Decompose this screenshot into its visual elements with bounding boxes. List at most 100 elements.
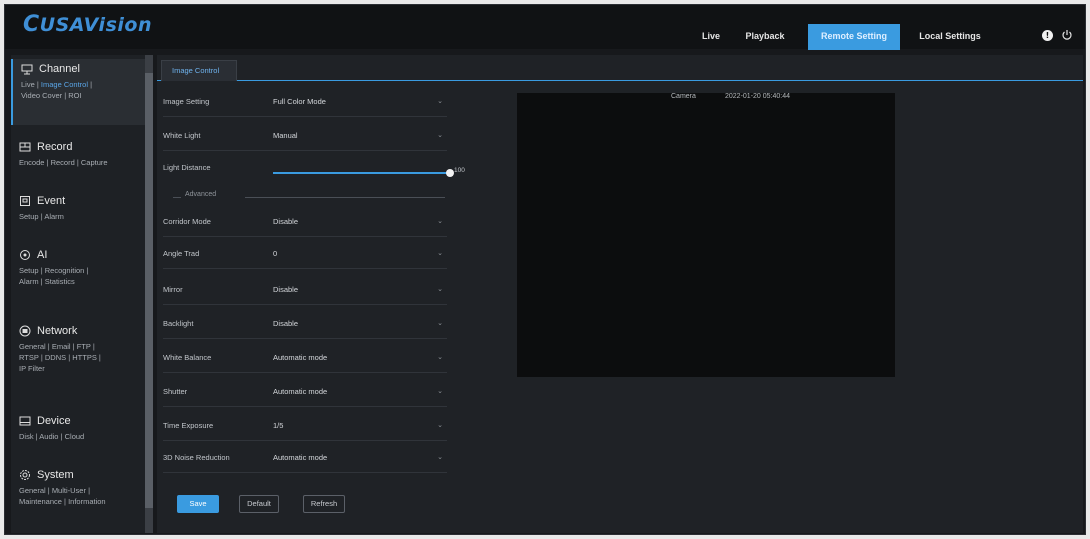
camera-timestamp: 2022-01-20 05:40:44: [725, 93, 790, 100]
sidebar-item-label: Event: [37, 195, 66, 207]
link-image-control[interactable]: Image Control: [41, 80, 88, 89]
nav-live[interactable]: Live: [694, 24, 728, 50]
white-light-select[interactable]: Manual ⌄: [273, 121, 447, 151]
sidebar-item-system[interactable]: System: [11, 465, 151, 485]
nav-playback[interactable]: Playback: [736, 24, 794, 50]
link-statistics[interactable]: Statistics: [45, 277, 75, 286]
sidebar-scrollbar[interactable]: [145, 55, 153, 533]
link-email[interactable]: Email: [52, 342, 71, 351]
save-button[interactable]: Save: [177, 495, 219, 513]
white-balance-select[interactable]: Automatic mode ⌄: [273, 343, 447, 373]
link-setup[interactable]: Setup: [19, 212, 39, 221]
noise-reduction-select[interactable]: Automatic mode ⌄: [273, 443, 447, 473]
link-roi[interactable]: ROI: [68, 91, 81, 100]
advanced-label: Advanced: [185, 191, 217, 198]
noise-reduction-row: 3D Noise Reduction Automatic mode ⌄: [163, 443, 447, 473]
angle-trad-select[interactable]: 0 ⌄: [273, 239, 447, 269]
nav-bar: Live Playback Remote Setting Local Setti…: [694, 24, 992, 50]
select-value: Disable: [273, 217, 299, 226]
image-setting-select[interactable]: Full Color Mode ⌄: [273, 87, 447, 117]
link-ip-filter[interactable]: IP Filter: [19, 364, 45, 373]
main-panel: Image Control Image Setting Full Color M…: [157, 55, 1083, 533]
white-balance-row: White Balance Automatic mode ⌄: [163, 343, 447, 373]
sidebar-links: Setup | Alarm: [19, 212, 64, 221]
sidebar-item-event[interactable]: Event: [11, 191, 151, 211]
sidebar-item-device[interactable]: Device: [11, 411, 151, 431]
shutter-select[interactable]: Automatic mode ⌄: [273, 377, 447, 407]
scrollbar-thumb[interactable]: [145, 73, 153, 508]
slider-handle[interactable]: [446, 169, 454, 177]
backlight-select[interactable]: Disable ⌄: [273, 309, 447, 339]
link-multi-user[interactable]: Multi-User: [52, 486, 86, 495]
link-information[interactable]: Information: [68, 497, 106, 506]
sidebar-item-ai[interactable]: AI: [11, 245, 151, 265]
corridor-mode-select[interactable]: Disable ⌄: [273, 207, 447, 237]
sidebar-item-network[interactable]: Network: [11, 321, 151, 341]
mirror-row: Mirror Disable ⌄: [163, 275, 447, 305]
chevron-down-icon: ⌄: [437, 320, 443, 327]
backlight-row: Backlight Disable ⌄: [163, 309, 447, 339]
tab-bar: Image Control: [157, 55, 1083, 81]
link-capture[interactable]: Capture: [81, 158, 108, 167]
link-ftp[interactable]: FTP: [77, 342, 91, 351]
system-icon: [20, 470, 30, 480]
field-label: Backlight: [163, 319, 194, 328]
app-window: CUSAVision Live Playback Remote Setting …: [4, 4, 1086, 535]
sidebar-links: General | Multi-User | Maintenance | Inf…: [19, 486, 106, 506]
link-live[interactable]: Live: [21, 80, 35, 89]
sidebar-item-label: Network: [37, 325, 78, 337]
link-setup[interactable]: Setup: [19, 266, 39, 275]
time-exposure-select[interactable]: 1/5 ⌄: [273, 411, 447, 441]
link-disk[interactable]: Disk: [19, 432, 34, 441]
sidebar-item-label: Device: [37, 415, 71, 427]
select-value: Disable: [273, 285, 299, 294]
sidebar-section-network: Network General | Email | FTP | RTSP | D…: [11, 321, 151, 374]
link-alarm[interactable]: Alarm: [19, 277, 39, 286]
chevron-down-icon: ⌄: [437, 354, 443, 361]
link-alarm[interactable]: Alarm: [44, 212, 64, 221]
mirror-select[interactable]: Disable ⌄: [273, 275, 447, 305]
chevron-down-icon: ⌄: [437, 98, 443, 105]
sidebar-links: Encode | Record | Capture: [19, 158, 108, 167]
tab-image-control[interactable]: Image Control: [161, 60, 237, 81]
sidebar-item-channel[interactable]: Channel: [13, 59, 151, 79]
field-label: Image Setting: [163, 97, 210, 106]
refresh-button[interactable]: Refresh: [303, 495, 345, 513]
light-distance-slider[interactable]: [273, 172, 449, 174]
link-ddns[interactable]: DDNS: [45, 353, 66, 362]
default-button[interactable]: Default: [239, 495, 279, 513]
sidebar-section-system: System General | Multi-User | Maintenanc…: [11, 465, 151, 507]
link-encode[interactable]: Encode: [19, 158, 44, 167]
sidebar-item-label: AI: [37, 249, 48, 261]
advanced-divider: Advanced: [163, 191, 453, 203]
select-value: Automatic mode: [273, 353, 328, 362]
nav-local-settings[interactable]: Local Settings: [908, 24, 992, 50]
sidebar-item-record[interactable]: Record: [11, 137, 151, 157]
field-label: Corridor Mode: [163, 217, 211, 226]
link-video-cover[interactable]: Video Cover: [21, 91, 62, 100]
slider-value: 100: [454, 167, 465, 174]
chevron-down-icon: ⌄: [437, 422, 443, 429]
nav-remote-setting[interactable]: Remote Setting: [808, 24, 900, 50]
link-https[interactable]: HTTPS: [72, 353, 97, 362]
chevron-down-icon: ⌄: [437, 388, 443, 395]
white-light-row: White Light Manual ⌄: [163, 121, 447, 151]
link-general[interactable]: General: [19, 486, 46, 495]
link-recognition[interactable]: Recognition: [45, 266, 85, 275]
camera-name: Camera: [671, 93, 696, 100]
sidebar-section-record: Record Encode | Record | Capture: [11, 137, 151, 168]
field-label: Light Distance: [163, 163, 211, 172]
field-label: 3D Noise Reduction: [163, 453, 230, 462]
link-maintenance[interactable]: Maintenance: [19, 497, 62, 506]
link-audio[interactable]: Audio: [39, 432, 58, 441]
link-record[interactable]: Record: [51, 158, 75, 167]
device-icon: [19, 416, 31, 426]
sidebar-section-ai: AI Setup | Recognition | Alarm | Statist…: [11, 245, 151, 287]
link-cloud[interactable]: Cloud: [65, 432, 85, 441]
shutter-row: Shutter Automatic mode ⌄: [163, 377, 447, 407]
info-icon[interactable]: !: [1042, 29, 1053, 41]
link-general[interactable]: General: [19, 342, 46, 351]
chevron-down-icon: ⌄: [437, 218, 443, 225]
power-icon[interactable]: [1061, 29, 1073, 41]
link-rtsp[interactable]: RTSP: [19, 353, 39, 362]
